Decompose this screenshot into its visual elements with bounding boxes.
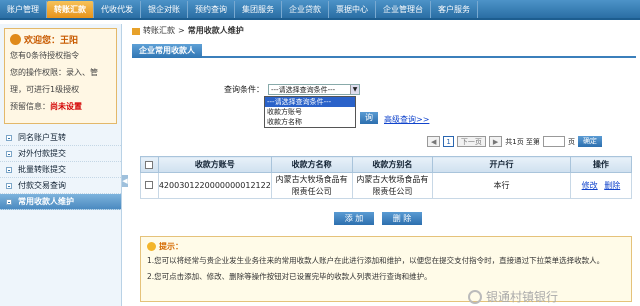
table-header-row: 收款方账号 收款方名称 收款方别名 开户行 操作 xyxy=(140,156,633,173)
sidebar-item-same-name-transfer[interactable]: 同名账户互转 xyxy=(0,130,121,146)
header-alias: 收款方别名 xyxy=(351,156,434,173)
sidebar-collapse-icon[interactable]: ◀ xyxy=(122,175,128,187)
go-button[interactable]: 确定 xyxy=(577,136,602,147)
query-label: 查询条件： xyxy=(224,85,264,94)
reserved-info: 预留信息：尚未设置 xyxy=(10,102,82,111)
dropdown-option[interactable]: ---请选择查询条件--- xyxy=(265,97,355,107)
dropdown-option[interactable]: 收款方账号 xyxy=(265,107,355,117)
query-condition-select[interactable]: ---请选择查询条件--- ▼ xyxy=(268,84,360,95)
total-pages: 共1页 至第 xyxy=(505,137,540,146)
tip-line-1: 1.您可以将经常与贵企业发生业务往来的常用收款人账户在此进行添加和维护，以便您在… xyxy=(147,256,605,265)
tab-transfer[interactable]: 转账汇款 xyxy=(47,1,94,18)
row-checkbox[interactable] xyxy=(145,181,154,189)
tab-collect-pay[interactable]: 代收代发 xyxy=(94,1,141,18)
collapse-icon xyxy=(6,134,12,141)
cell-alias: 内蒙古大牧场食品有限责任公司 xyxy=(351,172,434,199)
pending-instructions: 您有0条待授权指令 xyxy=(10,51,80,60)
cell-account: 4200301220000000012122 xyxy=(157,172,272,199)
watermark: 银通村镇银行 xyxy=(468,288,558,305)
tips-title: 提示： xyxy=(147,241,625,252)
payee-table: 收款方账号 收款方名称 收款方别名 开户行 操作 420030122000000… xyxy=(140,156,633,199)
tab-loan[interactable]: 企业贷款 xyxy=(282,1,329,18)
tips-box: 提示： 1.您可以将经常与贵企业发生业务往来的常用收款人账户在此进行添加和维护，… xyxy=(140,236,632,302)
cell-name: 内蒙古大牧场食品有限责任公司 xyxy=(270,172,353,199)
chevron-down-icon[interactable]: ▼ xyxy=(350,85,359,94)
collapse-icon xyxy=(6,198,12,205)
delete-button[interactable]: 删 除 xyxy=(382,212,422,225)
header-account: 收款方账号 xyxy=(157,156,272,173)
cell-bank: 本行 xyxy=(432,172,571,199)
collapse-icon xyxy=(6,150,12,157)
collapse-icon xyxy=(6,182,12,189)
bank-logo-icon xyxy=(468,289,482,304)
welcome-box: 欢迎您：王阳 您有0条待授权指令 您的操作权限：录入、管 理，可进行1级授权 预… xyxy=(4,28,117,124)
panel-title: 企业常用收款人 xyxy=(132,44,636,58)
tab-enterprise-admin[interactable]: 企业管理台 xyxy=(376,1,431,18)
query-button[interactable]: 询 xyxy=(360,112,378,124)
table-row: 4200301220000000012122 内蒙古大牧场食品有限责任公司 内蒙… xyxy=(140,172,633,199)
header-operation: 操作 xyxy=(569,156,633,173)
header-name: 收款方名称 xyxy=(270,156,353,173)
tab-account-management[interactable]: 账户管理 xyxy=(0,1,47,18)
breadcrumb: 转账汇款 > 常用收款人维护 xyxy=(132,24,636,38)
main-content: 转账汇款 > 常用收款人维护 企业常用收款人 查询条件： ---请选择查询条件-… xyxy=(132,24,636,306)
permission-line-2: 理，可进行1级授权 xyxy=(10,85,80,94)
sidebar-item-batch-transfer[interactable]: 批量转账提交 xyxy=(0,162,121,178)
home-icon xyxy=(132,27,140,35)
tab-customer-service[interactable]: 客户服务 xyxy=(431,1,478,18)
page-suffix: 页 xyxy=(567,137,575,146)
current-page: 1 xyxy=(443,136,454,147)
header-bank: 开户行 xyxy=(432,156,571,173)
next-page-button[interactable]: 下一页 xyxy=(456,136,486,147)
query-row: 查询条件： ---请选择查询条件--- ▼ xyxy=(224,84,360,95)
delete-link[interactable]: 删除 xyxy=(604,181,620,190)
pagination: ◀ 1 下一页 ▶ 共1页 至第 页 确定 xyxy=(427,136,602,147)
reserved-info-value[interactable]: 尚未设置 xyxy=(50,102,82,111)
welcome-text: 欢迎您：王阳 xyxy=(24,36,79,46)
tab-reconciliation[interactable]: 银企对账 xyxy=(141,1,188,18)
add-button[interactable]: 添 加 xyxy=(334,212,374,225)
page-input[interactable] xyxy=(542,136,565,147)
cell-operations: 修改 删除 xyxy=(569,172,633,199)
last-page-button[interactable]: ▶ xyxy=(488,136,503,147)
first-page-button[interactable]: ◀ xyxy=(427,136,441,147)
dropdown-option[interactable]: 收款方名称 xyxy=(265,117,355,127)
sidebar-item-payment-query[interactable]: 付款交易查询 xyxy=(0,178,121,194)
tab-bills[interactable]: 票据中心 xyxy=(329,1,376,18)
welcome-greeting: 欢迎您：王阳 xyxy=(10,33,111,46)
edit-link[interactable]: 修改 xyxy=(582,181,598,190)
select-all-checkbox[interactable] xyxy=(145,160,154,169)
sidebar: 欢迎您：王阳 您有0条待授权指令 您的操作权限：录入、管 理，可进行1级授权 预… xyxy=(0,24,122,306)
sidebar-item-payee-maintenance[interactable]: 常用收款人维护 xyxy=(0,194,121,210)
collapse-icon xyxy=(6,166,12,173)
sidebar-item-external-payment[interactable]: 对外付款提交 xyxy=(0,146,121,162)
tip-line-2: 2.您可点击添加、修改、删除等操作按钮对已设置完毕的收款人列表进行查询和维护。 xyxy=(147,272,432,281)
lightbulb-icon xyxy=(147,242,156,251)
query-condition-dropdown: ---请选择查询条件--- 收款方账号 收款方名称 xyxy=(264,96,356,128)
advanced-query-link[interactable]: 高级查询>> xyxy=(384,114,429,125)
select-all-header xyxy=(140,156,159,173)
tab-appointment-query[interactable]: 预约查询 xyxy=(188,1,235,18)
top-nav: 账户管理 转账汇款 代收代发 银企对账 预约查询 集团服务 企业贷款 票据中心 … xyxy=(0,0,640,20)
tab-group-service[interactable]: 集团服务 xyxy=(235,1,282,18)
permission-line: 您的操作权限：录入、管 xyxy=(10,68,98,77)
user-icon xyxy=(10,34,21,45)
sidebar-menu: 同名账户互转 对外付款提交 批量转账提交 付款交易查询 常用收款人维护 xyxy=(0,130,121,210)
table-actions: 添 加 删 除 xyxy=(334,212,422,225)
